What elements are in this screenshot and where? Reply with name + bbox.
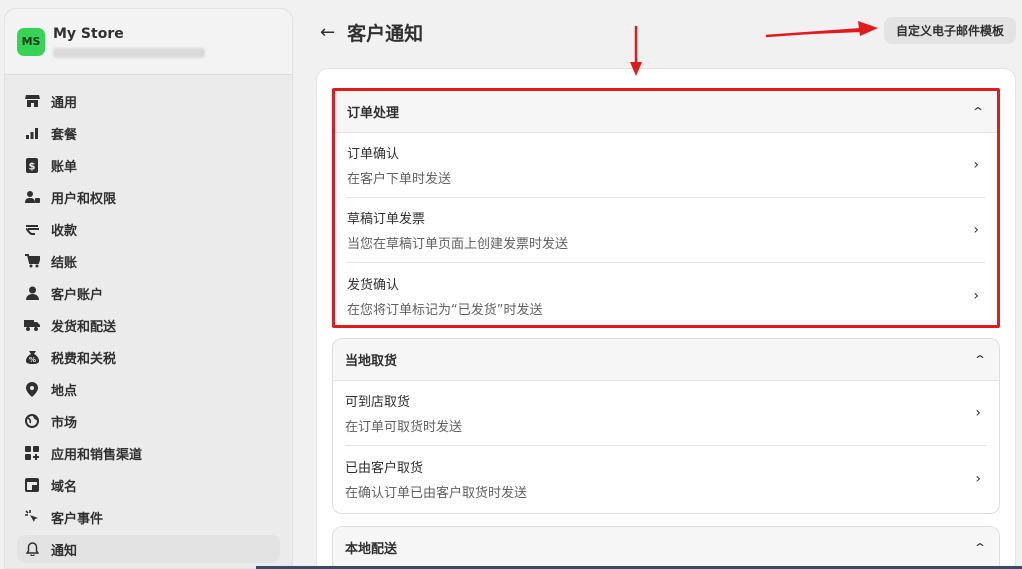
cart-icon: [23, 252, 41, 270]
sidebar-item-general[interactable]: 通用: [17, 87, 280, 115]
dollar-icon: $: [23, 156, 41, 174]
sidebar-item-label: 用户和权限: [51, 191, 117, 207]
store-avatar: MS: [17, 27, 45, 56]
store-header[interactable]: MS My Store: [5, 9, 292, 75]
sidebar-item-taxes[interactable]: % 税费和关税: [17, 343, 280, 371]
chevron-up-icon[interactable]: ⌃: [973, 541, 987, 555]
person-icon: [23, 284, 41, 302]
row-description: 在确认订单已由客户取货时发送: [345, 485, 528, 501]
row-title: 可到店取货: [345, 395, 411, 410]
apps-icon: [23, 444, 41, 462]
sidebar-item-payments[interactable]: 收款: [17, 215, 280, 243]
svg-text:%: %: [28, 356, 35, 364]
users-icon: [23, 188, 41, 206]
chevron-right-icon: ›: [973, 157, 979, 173]
sidebar-item-checkout[interactable]: 结账: [17, 247, 280, 275]
domain-icon: [23, 476, 41, 494]
sidebar-item-label: 客户账户: [51, 287, 104, 303]
section-header[interactable]: 当地取货 ⌃: [333, 339, 999, 381]
chevron-right-icon: ›: [975, 470, 981, 487]
customize-email-templates-button[interactable]: 自定义电子邮件模板: [884, 17, 1016, 44]
row-title: 发货确认: [347, 277, 400, 293]
chevron-up-icon[interactable]: ⌃: [973, 353, 987, 367]
sidebar-item-label: 市场: [51, 415, 78, 431]
sidebar-item-label: 收款: [51, 223, 78, 239]
row-title: 草稿订单发票: [347, 212, 426, 227]
globe-icon: [23, 412, 41, 430]
payments-icon: [23, 220, 41, 238]
sidebar-item-label: 域名: [51, 479, 78, 495]
page-header: ← 客户通知: [320, 18, 423, 46]
bell-icon: [23, 540, 41, 558]
chevron-up-icon[interactable]: ⌃: [971, 105, 985, 119]
cursor-icon: [23, 508, 41, 526]
right-arrow-annotation: [765, 21, 878, 38]
section-local-pickup: 当地取货 ⌃ 可到店取货 在订单可取货时发送 › 已由客户取货 在确认订单已由客…: [332, 338, 1000, 514]
store-name: My Store: [53, 25, 124, 42]
location-icon: [23, 380, 41, 398]
row-description: 当您在草稿订单页面上创建发票时发送: [347, 237, 569, 252]
sidebar-item-notifications[interactable]: 通知: [17, 535, 280, 563]
sidebar-item-markets[interactable]: 市场: [17, 407, 280, 435]
sidebar-item-label: 应用和销售渠道: [51, 447, 143, 463]
notification-row[interactable]: 可到店取货 在订单可取货时发送 ›: [345, 381, 987, 446]
page-title: 客户通知: [347, 22, 424, 45]
chevron-right-icon: ›: [973, 287, 979, 304]
notification-row[interactable]: 已由客户取货 在确认订单已由客户取货时发送 ›: [345, 446, 987, 511]
sidebar-item-label: 通知: [51, 543, 78, 559]
section-header[interactable]: 订单处理 ⌃: [335, 91, 997, 133]
settings-nav: 通用 套餐 $ 账单 用户和权限 收款 结账 客户账户 发货和配送 % 税费和关…: [5, 75, 292, 563]
tax-icon: %: [23, 348, 41, 366]
notification-row[interactable]: 发货确认 在您将订单标记为“已发货”时发送 ›: [347, 263, 985, 325]
sidebar-item-label: 客户事件: [51, 511, 104, 527]
sidebar-item-label: 税费和关税: [51, 351, 117, 367]
sidebar-item-label: 账单: [51, 159, 78, 175]
sidebar-item-apps[interactable]: 应用和销售渠道: [17, 439, 280, 467]
sidebar-item-customer-events[interactable]: 客户事件: [17, 503, 280, 531]
section-order-processing: 订单处理 ⌃ 订单确认 在客户下单时发送 › 草稿订单发票 当您在草稿订单页面上…: [332, 88, 1000, 328]
notification-row[interactable]: 草稿订单发票 当您在草稿订单页面上创建发票时发送 ›: [347, 198, 985, 263]
truck-icon: [23, 316, 41, 334]
sidebar-item-label: 发货和配送: [51, 319, 117, 335]
back-arrow-icon[interactable]: ←: [320, 22, 335, 43]
sidebar-item-shipping[interactable]: 发货和配送: [17, 311, 280, 339]
row-description: 在您将订单标记为“已发货”时发送: [347, 302, 543, 318]
section-header[interactable]: 本地配送 ⌃: [333, 527, 999, 569]
row-title: 已由客户取货: [345, 460, 424, 476]
sidebar-item-locations[interactable]: 地点: [17, 375, 280, 403]
row-description: 在客户下单时发送: [347, 172, 452, 187]
chart-icon: [23, 124, 41, 142]
row-title: 订单确认: [347, 147, 400, 162]
sidebar-item-label: 结账: [51, 255, 78, 271]
section-local-delivery: 本地配送 ⌃: [332, 526, 1000, 569]
sidebar-item-label: 地点: [51, 383, 78, 399]
svg-text:$: $: [29, 161, 36, 172]
row-description: 在订单可取货时发送: [345, 420, 463, 435]
section-title: 当地取货: [345, 354, 398, 369]
section-title: 订单处理: [347, 106, 400, 121]
settings-sidebar: MS My Store 通用 套餐 $ 账单 用户和权限 收款 结账 客户账户 …: [4, 8, 293, 569]
sidebar-item-label: 通用: [51, 95, 78, 111]
sidebar-item-label: 套餐: [51, 127, 78, 143]
sidebar-item-plan[interactable]: 套餐: [17, 119, 280, 147]
chevron-right-icon: ›: [973, 222, 979, 238]
sidebar-item-users[interactable]: 用户和权限: [17, 183, 280, 211]
store-icon: [23, 92, 41, 110]
sidebar-item-customer-accounts[interactable]: 客户账户: [17, 279, 280, 307]
sidebar-item-billing[interactable]: $ 账单: [17, 151, 280, 179]
section-title: 本地配送: [345, 542, 398, 557]
store-url-blurred: [53, 47, 205, 58]
notification-row[interactable]: 订单确认 在客户下单时发送 ›: [347, 133, 985, 198]
chevron-right-icon: ›: [975, 405, 981, 421]
sidebar-item-domains[interactable]: 域名: [17, 471, 280, 499]
